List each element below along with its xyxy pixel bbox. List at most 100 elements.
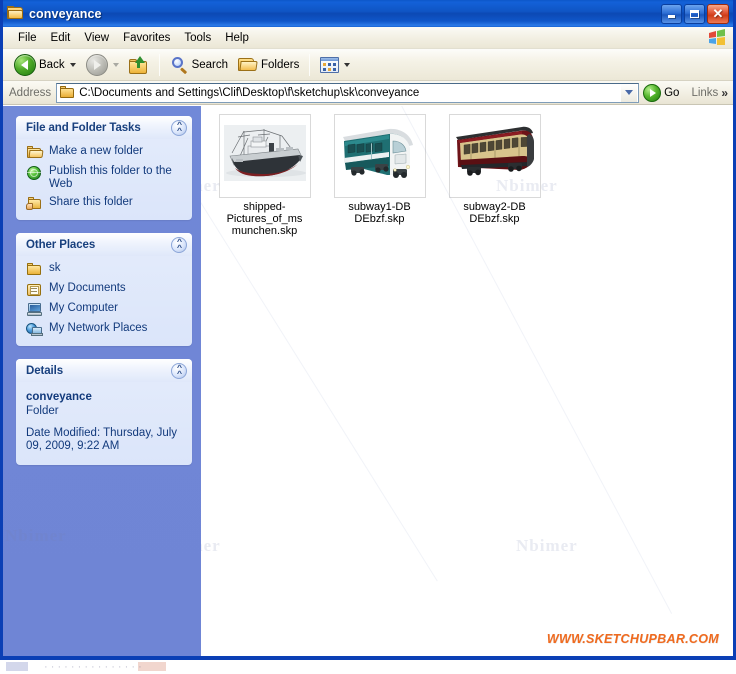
teal-subway-train-thumbnail: [334, 115, 425, 197]
red-passenger-car-thumbnail: [449, 115, 540, 197]
watermark-text: Nbimer: [516, 536, 578, 555]
forward-dropdown-caret-icon[interactable]: [112, 62, 119, 67]
address-bar: Address C:\Documents and Settings\Clif\D…: [3, 81, 733, 105]
file-thumbnail: [218, 114, 311, 198]
caption-button-group: ✕: [661, 3, 729, 24]
menu-bar: File Edit View Favorites Tools Help: [3, 27, 733, 49]
folders-button-label: Folders: [261, 58, 300, 71]
explorer-body: File and Folder Tasks ^ ^ Make a new fold…: [3, 105, 733, 656]
panel-other-places: Other Places ^ ^ sk My Documents My Comp…: [16, 233, 192, 346]
panel-header[interactable]: Other Places ^ ^: [16, 233, 192, 256]
sidebar-item-sk[interactable]: sk: [26, 261, 184, 277]
file-name-label: subway1-DB DEbzf.skp: [348, 201, 411, 225]
views-dropdown-caret-icon[interactable]: [344, 62, 351, 67]
back-arrow-icon: [14, 53, 36, 76]
minimize-button[interactable]: [661, 3, 682, 24]
sidebar-item-label: My Computer: [49, 302, 119, 314]
sidebar-item-label: Make a new folder: [49, 145, 143, 157]
sidebar-item-publish-to-web[interactable]: Publish this folder to the Web: [26, 164, 184, 191]
menu-item-file[interactable]: File: [11, 30, 44, 46]
file-name-label: subway2-DB DEbzf.skp: [463, 201, 526, 225]
address-input[interactable]: C:\Documents and Settings\Clif\Desktop\f…: [56, 82, 640, 103]
search-button-label: Search: [191, 58, 229, 71]
title-bar: conveyance ✕: [3, 0, 733, 27]
close-button[interactable]: ✕: [707, 3, 729, 24]
explorer-window: conveyance ✕ File Edit View Favorites To…: [0, 0, 736, 660]
menu-item-favorites[interactable]: Favorites: [116, 30, 177, 46]
file-thumbnail: [333, 114, 426, 198]
details-item-type: Folder: [26, 405, 59, 417]
file-name-label: shipped-Pictures_of_ms munchen.skp: [226, 201, 303, 237]
sidebar-item-my-network-places[interactable]: My Network Places: [26, 321, 184, 337]
panel-body: conveyance Folder Date Modified: Thursda…: [16, 382, 192, 465]
address-label: Address: [9, 86, 52, 99]
list-item[interactable]: subway2-DB DEbzf.skp: [437, 114, 552, 237]
file-thumbnail: [448, 114, 541, 198]
menu-item-tools[interactable]: Tools: [177, 30, 218, 46]
folders-button[interactable]: Folders: [233, 52, 304, 78]
panel-title: File and Folder Tasks: [26, 121, 141, 134]
publish-web-globe-icon: [26, 165, 43, 180]
folders-icon: [238, 56, 258, 73]
views-button[interactable]: [315, 52, 355, 78]
sidebar-item-my-documents[interactable]: My Documents: [26, 281, 184, 297]
watermark-text: Nbimer: [201, 536, 221, 555]
back-dropdown-caret-icon[interactable]: [69, 62, 76, 67]
main-toolbar: Back Search Folders: [3, 49, 733, 81]
cut-off-element: [138, 662, 166, 671]
panel-header[interactable]: File and Folder Tasks ^ ^: [16, 116, 192, 139]
file-items-container: shipped-Pictures_of_ms munchen.skp subwa…: [207, 114, 733, 243]
screenshot-root: conveyance ✕ File Edit View Favorites To…: [0, 0, 736, 674]
share-folder-icon: [26, 196, 43, 211]
watermark-text: Nbimer: [5, 526, 67, 545]
search-button[interactable]: Search: [165, 52, 233, 78]
details-item-name: conveyance: [26, 391, 92, 403]
folder-icon: [7, 6, 24, 21]
sidebar-item-make-new-folder[interactable]: Make a new folder: [26, 144, 184, 160]
sidebar-item-label: sk: [49, 262, 61, 274]
panel-file-and-folder-tasks: File and Folder Tasks ^ ^ Make a new fold…: [16, 116, 192, 220]
search-magnifier-icon: [170, 56, 189, 74]
links-label[interactable]: Links: [691, 87, 718, 99]
list-item[interactable]: shipped-Pictures_of_ms munchen.skp: [207, 114, 322, 237]
forward-button[interactable]: [81, 52, 124, 78]
chevron-up-icon[interactable]: ^ ^: [171, 236, 187, 253]
chevron-up-icon[interactable]: ^ ^: [171, 119, 187, 136]
chevron-up-icon[interactable]: ^ ^: [171, 362, 187, 379]
panel-header[interactable]: Details ^ ^: [16, 359, 192, 382]
site-watermark: WWW.SKETCHUPBAR.COM: [546, 632, 719, 646]
menu-item-edit[interactable]: Edit: [44, 30, 78, 46]
cut-off-text: · · · · · · · · · · · · · · ·: [44, 661, 142, 673]
folder-icon: [26, 262, 43, 277]
sidebar-item-share-folder[interactable]: Share this folder: [26, 195, 184, 211]
forward-arrow-icon: [85, 53, 108, 76]
back-button-label: Back: [39, 58, 65, 71]
sidebar-item-my-computer[interactable]: My Computer: [26, 301, 184, 317]
windows-flag-icon: [709, 29, 725, 45]
up-one-level-button[interactable]: [124, 52, 154, 78]
window-title: conveyance: [29, 6, 102, 21]
list-item[interactable]: subway1-DB DEbzf.skp: [322, 114, 437, 237]
chevron-down-icon: [625, 90, 634, 95]
menu-item-help[interactable]: Help: [218, 30, 256, 46]
menu-item-view[interactable]: View: [77, 30, 116, 46]
up-one-level-icon: [128, 55, 149, 74]
go-arrow-icon: [643, 83, 662, 102]
go-button[interactable]: Go: [639, 83, 683, 103]
back-button[interactable]: Back: [9, 52, 81, 78]
maximize-icon: [690, 9, 699, 18]
task-pane-sidebar: File and Folder Tasks ^ ^ Make a new fold…: [3, 106, 201, 656]
file-list-view[interactable]: shipped-Pictures_of_ms munchen.skp subwa…: [201, 106, 733, 656]
address-dropdown-button[interactable]: [621, 83, 638, 102]
maximize-button[interactable]: [684, 3, 705, 24]
panel-body: sk My Documents My Computer My Network P…: [16, 256, 192, 346]
panel-body: Make a new folder Publish this folder to…: [16, 139, 192, 220]
my-computer-icon: [26, 302, 43, 317]
go-button-label: Go: [664, 86, 680, 99]
close-icon: ✕: [712, 6, 724, 21]
folder-icon: [60, 86, 75, 99]
cargo-ship-thumbnail: [219, 115, 310, 197]
toolbar-overflow-icon[interactable]: »: [721, 86, 728, 100]
my-network-places-icon: [26, 322, 43, 337]
toolbar-separator-2: [309, 53, 311, 76]
